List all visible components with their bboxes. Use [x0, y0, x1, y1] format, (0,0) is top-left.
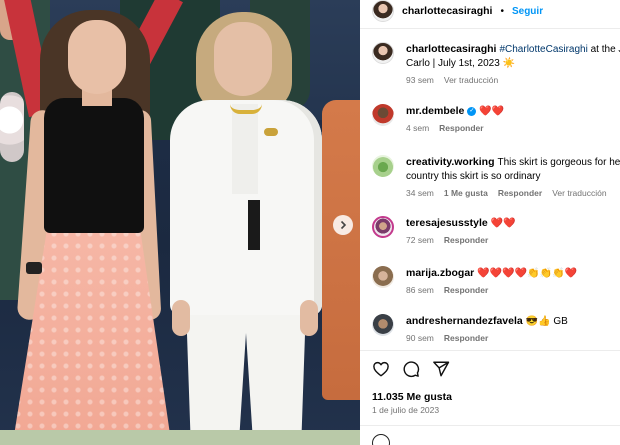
comment-username[interactable]: marija.zbogar — [406, 267, 474, 279]
flower-bouquet — [0, 92, 24, 162]
avatar[interactable] — [372, 42, 394, 64]
comment-line: creativity.working This skirt is gorgeous… — [406, 155, 620, 170]
comment-meta: 4 sem Responder — [406, 123, 504, 133]
woman-right-trousers — [186, 305, 306, 445]
chevron-right-icon[interactable] — [333, 215, 353, 235]
comment-text: 😎👍 GB — [525, 316, 568, 327]
comment-text: ❤️❤️❤️❤️👏👏👏❤️ — [477, 268, 577, 279]
comment-line: andreshernandezfavela 😎👍 GB — [406, 314, 568, 329]
avatar[interactable] — [372, 0, 394, 22]
comment-item: teresajesusstyle ❤️❤️ 72 sem Responder — [372, 216, 620, 245]
wristwatch — [26, 262, 42, 274]
comment-item: andreshernandezfavela 😎👍 GB 90 sem Respon… — [372, 314, 620, 343]
avatar[interactable] — [372, 266, 394, 288]
heart-icon[interactable] — [372, 360, 390, 378]
woman-right-face — [214, 22, 272, 96]
divider — [360, 28, 620, 29]
translate-link[interactable]: Ver traducción — [552, 188, 606, 198]
post-header: charlottecasiraghi • Seguir — [372, 0, 620, 22]
caption-text: at the J — [587, 44, 620, 55]
comment-text: This skirt is gorgeous for he — [497, 157, 620, 168]
post-date: 1 de julio de 2023 — [372, 405, 440, 415]
avatar[interactable] — [372, 155, 394, 177]
divider — [360, 350, 620, 351]
post-actions — [372, 360, 450, 378]
comment-text: ❤️❤️ — [479, 106, 505, 117]
timestamp: 93 sem — [406, 75, 434, 85]
comment-item: mr.dembele ✓ ❤️❤️ 4 sem Responder — [372, 104, 620, 133]
comment-meta: 90 sem Responder — [406, 333, 568, 343]
comment-meta: 86 sem Responder — [406, 285, 577, 295]
emoji-icon[interactable] — [372, 434, 390, 445]
brooch — [264, 128, 278, 136]
reply-button[interactable]: Responder — [498, 188, 542, 198]
avatar[interactable] — [372, 314, 394, 336]
timestamp: 86 sem — [406, 285, 434, 295]
comment-item: marija.zbogar ❤️❤️❤️❤️👏👏👏❤️ 86 sem Respon… — [372, 266, 620, 295]
woman-right-inner-top — [248, 200, 260, 250]
comment-username[interactable]: andreshernandezfavela — [406, 315, 523, 327]
author-username[interactable]: charlottecasiraghi — [402, 5, 492, 17]
comment-text: ❤️❤️ — [490, 218, 516, 229]
comment-username[interactable]: teresajesusstyle — [406, 217, 488, 229]
avatar[interactable] — [372, 216, 394, 238]
ground — [0, 430, 360, 445]
post-caption: charlottecasiraghi #CharlotteCasiraghi at… — [372, 42, 620, 85]
comment-item: creativity.working This skirt is gorgeous… — [372, 155, 620, 198]
timestamp: 90 sem — [406, 333, 434, 343]
caption-line-2: Carlo | July 1st, 2023 ☀️ — [406, 58, 515, 69]
gold-necklace — [230, 104, 262, 114]
hashtag-link[interactable]: #CharlotteCasiraghi — [499, 44, 587, 55]
comment-username[interactable]: mr.dembele — [406, 105, 464, 117]
reply-button[interactable]: Responder — [444, 235, 488, 245]
verified-badge-icon: ✓ — [467, 106, 477, 116]
woman-left-face — [68, 20, 126, 94]
separator-dot: • — [500, 5, 504, 17]
translate-link[interactable]: Ver traducción — [444, 75, 498, 85]
comment-icon[interactable] — [402, 360, 420, 378]
share-icon[interactable] — [432, 360, 450, 378]
comment-meta: 72 sem Responder — [406, 235, 516, 245]
comment-meta: 34 sem 1 Me gusta Responder Ver traducci… — [406, 188, 620, 198]
likes-count-link[interactable]: 1 Me gusta — [444, 188, 488, 198]
comment-username[interactable]: creativity.working — [406, 156, 495, 168]
caption-meta: 93 sem Ver traducción — [406, 75, 620, 85]
background-figure — [322, 100, 360, 400]
divider — [360, 425, 620, 426]
woman-right-hand — [300, 300, 318, 336]
likes-count[interactable]: 11.035 Me gusta — [372, 391, 452, 403]
post-photo[interactable] — [0, 0, 360, 445]
timestamp: 34 sem — [406, 188, 434, 198]
follow-button[interactable]: Seguir — [512, 6, 543, 17]
woman-right-shirt — [232, 104, 258, 194]
comment-text-line-2: country this skirt is so ordinary — [406, 171, 541, 182]
comment-line: marija.zbogar ❤️❤️❤️❤️👏👏👏❤️ — [406, 266, 577, 281]
comment-line: teresajesusstyle ❤️❤️ — [406, 216, 516, 231]
caption-line: charlottecasiraghi #CharlotteCasiraghi at… — [406, 42, 620, 57]
comment-line: mr.dembele ✓ ❤️❤️ — [406, 104, 504, 119]
reply-button[interactable]: Responder — [444, 333, 488, 343]
post-side-panel: charlottecasiraghi • Seguir charlottecas… — [360, 0, 620, 445]
caption-username[interactable]: charlottecasiraghi — [406, 43, 496, 55]
reply-button[interactable]: Responder — [439, 123, 483, 133]
woman-right-hand — [172, 300, 190, 336]
avatar[interactable] — [372, 104, 394, 126]
timestamp: 72 sem — [406, 235, 434, 245]
reply-button[interactable]: Responder — [444, 285, 488, 295]
timestamp: 4 sem — [406, 123, 430, 133]
woman-left-top — [44, 98, 144, 233]
